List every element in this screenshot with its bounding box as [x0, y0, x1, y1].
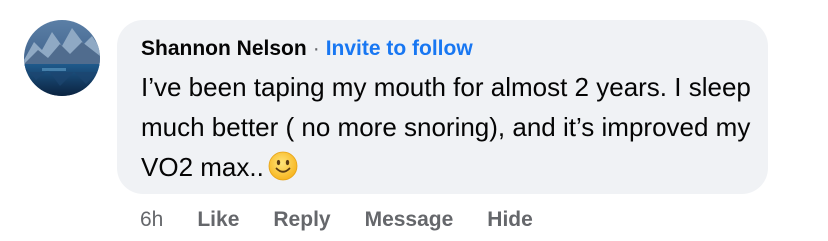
- comment-bubble: Shannon Nelson · Invite to follow I’ve bee…: [117, 20, 768, 194]
- header-separator: ·: [312, 37, 320, 60]
- message-button[interactable]: Message: [365, 208, 454, 232]
- comment-timestamp[interactable]: 6h: [140, 208, 163, 232]
- avatar-image: [24, 20, 100, 96]
- comment-body: I’ve been taping my mouth for almost 2 y…: [141, 67, 751, 187]
- author-name[interactable]: Shannon Nelson: [141, 37, 307, 60]
- comment: Shannon Nelson · Invite to follow I’ve bee…: [0, 0, 828, 241]
- hide-button[interactable]: Hide: [487, 208, 533, 232]
- like-button[interactable]: Like: [197, 208, 239, 232]
- comment-actions: 6h Like Reply Message Hide: [140, 205, 567, 235]
- invite-to-follow-link[interactable]: Invite to follow: [326, 37, 473, 60]
- avatar[interactable]: [24, 20, 100, 96]
- comment-header: Shannon Nelson · Invite to follow: [141, 35, 744, 63]
- reply-button[interactable]: Reply: [273, 208, 330, 232]
- slightly-smiling-face-icon: [268, 151, 298, 181]
- comment-text: I’ve been taping my mouth for almost 2 y…: [141, 72, 751, 182]
